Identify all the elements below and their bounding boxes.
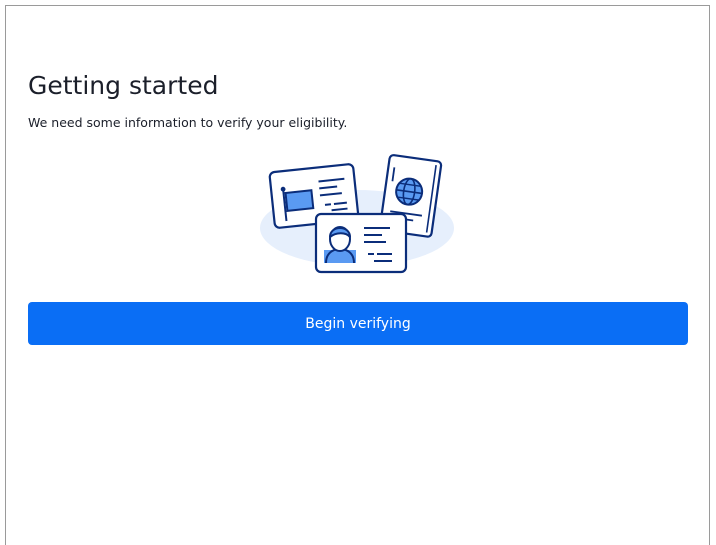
id-card-icon (314, 212, 408, 274)
page-title: Getting started (28, 71, 219, 100)
verification-panel: Getting started We need some information… (5, 5, 710, 545)
begin-verifying-button[interactable]: Begin verifying (28, 302, 688, 345)
identity-documents-icon (256, 152, 456, 278)
page-subtitle: We need some information to verify your … (28, 115, 348, 130)
